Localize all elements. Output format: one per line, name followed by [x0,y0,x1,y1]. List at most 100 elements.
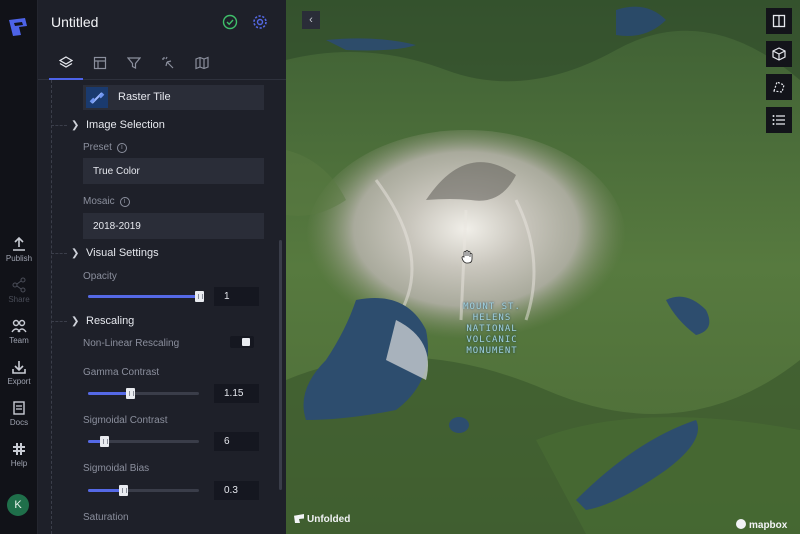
brand-watermark: Unfolded [294,514,350,525]
slider-fill [88,295,200,298]
nonlinear-label: Non-Linear Rescaling [83,338,180,349]
sigmoidal-bias-input[interactable]: 0.3 [214,481,259,500]
tab-layers[interactable] [49,52,83,80]
draw-polygon-icon [773,81,785,93]
tab-basemap[interactable] [189,52,215,74]
sigmoidal-contrast-label: Sigmoidal Contrast [83,415,168,426]
map-label-line: NATIONAL [466,324,518,334]
rail-docs-label: Docs [9,418,29,427]
gear-icon[interactable] [252,14,268,30]
tab-interactions[interactable] [155,52,181,74]
chevron-right-icon: ❯ [71,248,80,259]
mapbox-name: mapbox [749,520,788,531]
rail-docs[interactable]: Docs [0,400,38,427]
map-view[interactable]: ‹ MOUNT ST. HELENS NATIONAL VOLCANIC MON… [286,0,800,534]
section-visual-settings[interactable]: ❯ Visual Settings [71,247,159,259]
legend-button[interactable] [766,107,792,133]
layout-icon [93,56,107,70]
chevron-right-icon: ❯ [71,316,80,327]
3d-cube-icon [772,47,786,61]
map-label-line: MOUNT ST. [463,302,521,312]
split-map-icon [772,14,786,28]
layers-icon [59,56,73,68]
section-image-selection[interactable]: ❯ Image Selection [71,119,165,131]
upload-icon [13,236,25,251]
tree-branch [51,321,67,322]
check-circle-icon [222,14,238,30]
rail-team[interactable]: Team [0,318,38,345]
chevron-right-icon: ❯ [71,120,80,131]
rail-share-label: Share [8,295,30,304]
rail-publish[interactable]: Publish [0,236,38,263]
left-rail: Publish Share Team Export Docs Help K [0,0,38,534]
panel-scrollbar[interactable] [279,240,282,490]
app-logo-icon[interactable] [5,14,31,40]
panel-header: Untitled [38,0,286,80]
mosaic-select[interactable]: 2018-2019 [83,213,264,239]
unfolded-logo-icon [294,514,304,523]
slider-handle[interactable] [118,485,128,496]
preset-select[interactable]: True Color [83,158,264,184]
share-icon [12,277,26,293]
slider-handle[interactable] [125,388,135,399]
slider-fill [88,392,131,395]
rail-publish-label: Publish [5,254,33,263]
sigmoidal-bias-slider[interactable] [88,485,199,496]
panel-tabs [38,48,286,80]
page-title[interactable]: Untitled [51,14,98,30]
hand-cursor-icon [461,250,473,264]
help-icon [13,443,25,455]
layer-panel: Untitled Raster Tile ❯ Image Selection P… [38,0,286,534]
basemap-icon [195,56,209,70]
3d-view-button[interactable] [766,41,792,67]
section-visual-settings-label: Visual Settings [86,247,159,259]
section-image-selection-label: Image Selection [86,119,165,131]
preset-label: Preset i [83,142,127,153]
tree-branch [51,253,67,254]
rail-help-label: Help [10,459,28,468]
avatar[interactable]: K [7,494,29,516]
gamma-input[interactable]: 1.15 [214,384,259,403]
download-icon [12,361,26,374]
collapse-panel-button[interactable]: ‹ [302,11,320,29]
terrain-image [286,0,800,534]
nonlinear-toggle[interactable] [230,336,254,348]
section-rescaling-label: Rescaling [86,315,135,327]
rail-share[interactable]: Share [0,277,38,304]
section-rescaling[interactable]: ❯ Rescaling [71,315,134,327]
rail-help[interactable]: Help [0,441,38,468]
saturation-label: Saturation [83,512,129,523]
sigmoidal-contrast-input[interactable]: 6 [214,432,259,451]
layer-card[interactable]: Raster Tile [83,85,264,110]
rail-team-label: Team [9,336,29,345]
brand-name: Unfolded [307,514,351,525]
mapbox-logo-icon [736,519,746,529]
mosaic-label: Mosaic i [83,196,130,207]
team-icon [11,319,27,333]
slider-fill [88,489,124,492]
layer-card-label: Raster Tile [118,91,171,103]
legend-icon [772,115,785,125]
opacity-slider[interactable] [88,291,204,302]
map-label-line: HELENS [472,313,512,323]
map-place-label: MOUNT ST. HELENS NATIONAL VOLCANIC MONUM… [446,302,538,357]
map-label-line: MONUMENT [466,346,518,356]
interactions-icon [162,56,174,69]
draw-button[interactable] [766,74,792,100]
tab-layout[interactable] [87,52,113,74]
split-map-button[interactable] [766,8,792,34]
slider-handle[interactable] [195,291,204,302]
tree-branch [51,125,67,126]
opacity-input[interactable]: 1 [214,287,259,306]
tab-filters[interactable] [121,52,147,74]
panel-content: Raster Tile ❯ Image Selection Preset i Tru… [38,80,286,534]
info-icon[interactable]: i [116,143,127,153]
info-icon[interactable]: i [119,197,130,207]
map-toolbar [766,8,792,140]
mapbox-attribution[interactable]: mapbox [736,519,787,531]
gamma-slider[interactable] [88,388,199,399]
docs-icon [13,401,25,415]
slider-handle[interactable] [100,436,110,447]
rail-export[interactable]: Export [0,359,38,386]
sigmoidal-contrast-slider[interactable] [88,436,199,447]
